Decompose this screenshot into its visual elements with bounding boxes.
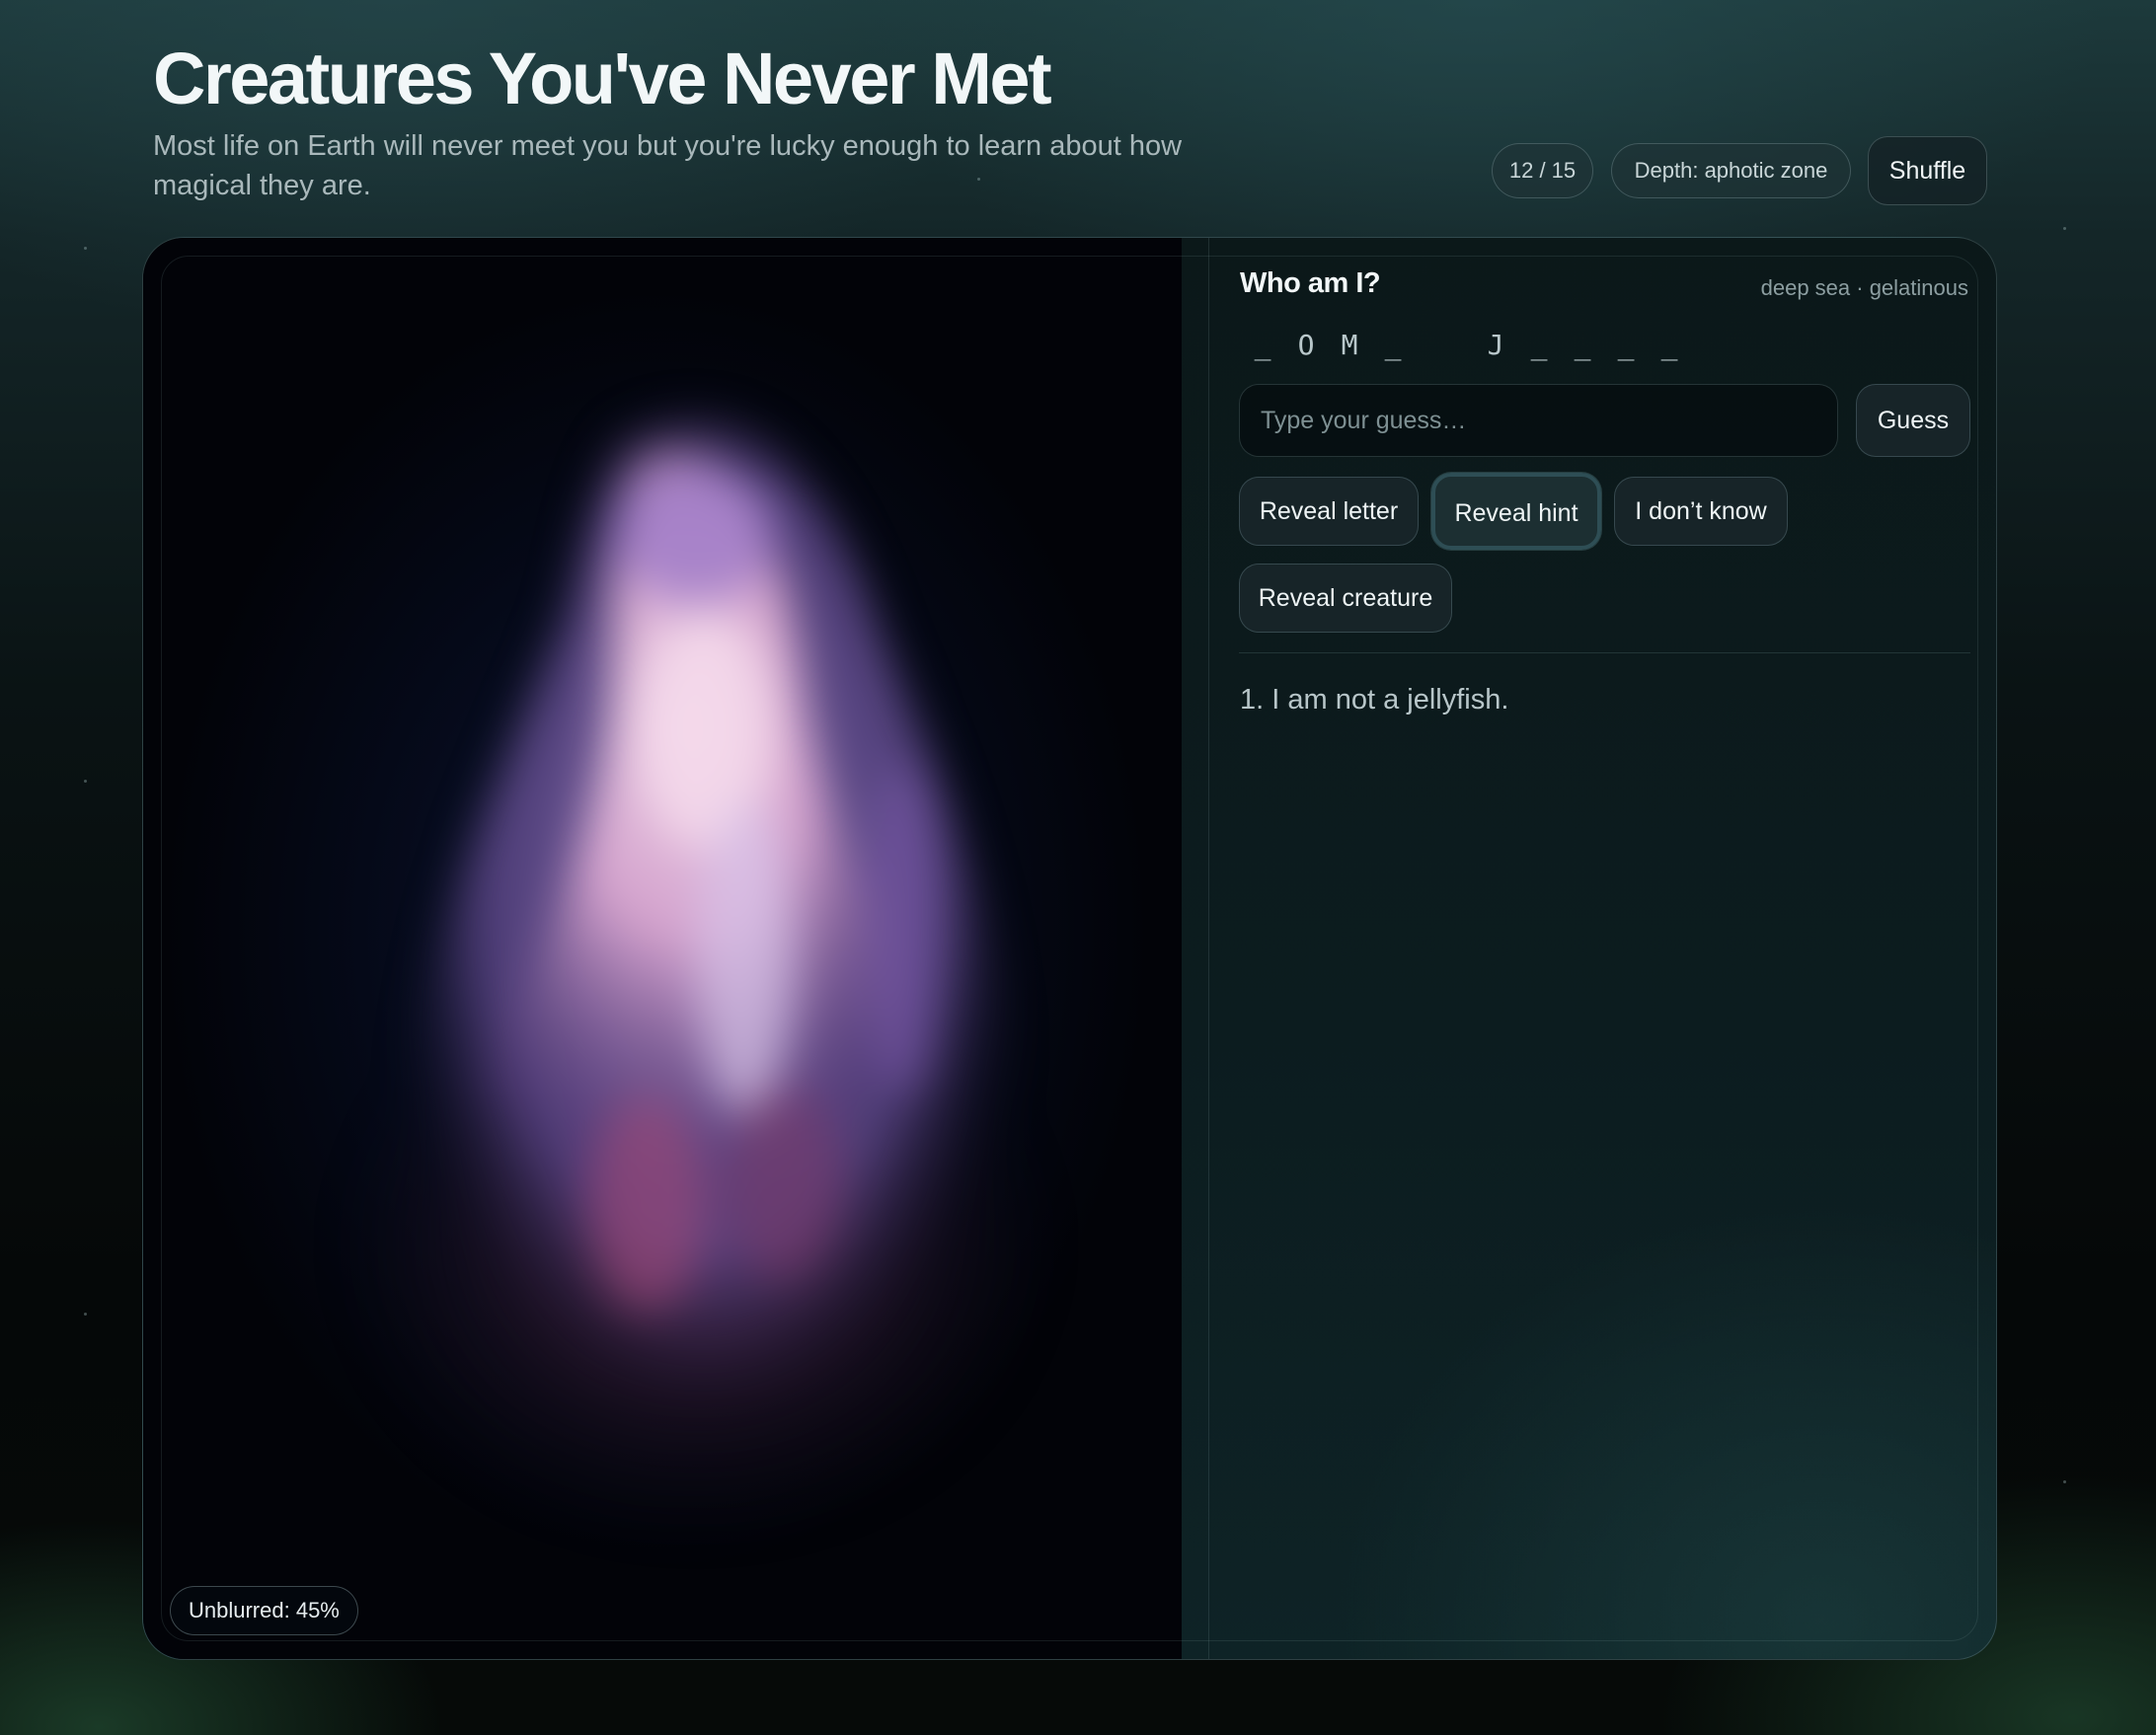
game-card: Unblurred: 45% Who am I? deep sea · gela… — [142, 237, 1997, 1660]
letter-slot: _ — [1254, 329, 1271, 361]
reveal-hint-button[interactable]: Reveal hint — [1431, 473, 1601, 550]
page-subtitle: Most life on Earth will never meet you b… — [153, 130, 1183, 201]
unblurred-percentage-badge: Unblurred: 45% — [170, 1586, 358, 1635]
dont-know-button[interactable]: I don’t know — [1614, 477, 1788, 546]
letter-slot: _ — [1617, 329, 1635, 361]
letter-slot: M — [1341, 329, 1358, 361]
hint-list: 1. I am not a jellyfish. — [1240, 684, 1508, 732]
letter-slot: _ — [1660, 329, 1678, 361]
reveal-creature-button[interactable]: Reveal creature — [1239, 564, 1452, 633]
reveal-letter-button[interactable]: Reveal letter — [1239, 477, 1419, 546]
quiz-heading: Who am I? — [1240, 267, 1381, 299]
letter-slot: _ — [1384, 329, 1402, 361]
background-speck — [84, 247, 87, 250]
letter-slot: _ — [1574, 329, 1591, 361]
creature-tags: deep sea · gelatinous — [1760, 275, 1968, 300]
hints-divider — [1239, 652, 1970, 653]
background-speck — [84, 1313, 87, 1316]
progress-counter: 12 / 15 — [1492, 143, 1593, 198]
guess-input[interactable] — [1239, 384, 1838, 457]
background-speck — [2063, 1480, 2066, 1483]
letter-slot: _ — [1530, 329, 1548, 361]
shuffle-button[interactable]: Shuffle — [1868, 136, 1987, 205]
panel-divider — [1208, 238, 1209, 1659]
page-title: Creatures You've Never Met — [153, 38, 1052, 119]
background-speck — [84, 780, 87, 783]
depth-badge: Depth: aphotic zone — [1611, 143, 1851, 198]
background-speck — [2063, 227, 2066, 230]
letter-slot: O — [1297, 329, 1315, 361]
letter-slot: J — [1487, 329, 1504, 361]
letter-slot-space — [1415, 329, 1474, 361]
hint-item: 1. I am not a jellyfish. — [1240, 684, 1509, 716]
creature-image-pane: Unblurred: 45% — [143, 238, 1182, 1659]
letter-slots: _ O M _ J _ _ _ _ — [1241, 329, 1691, 361]
blurred-creature-image — [341, 416, 1051, 1541]
guess-button[interactable]: Guess — [1856, 384, 1970, 457]
